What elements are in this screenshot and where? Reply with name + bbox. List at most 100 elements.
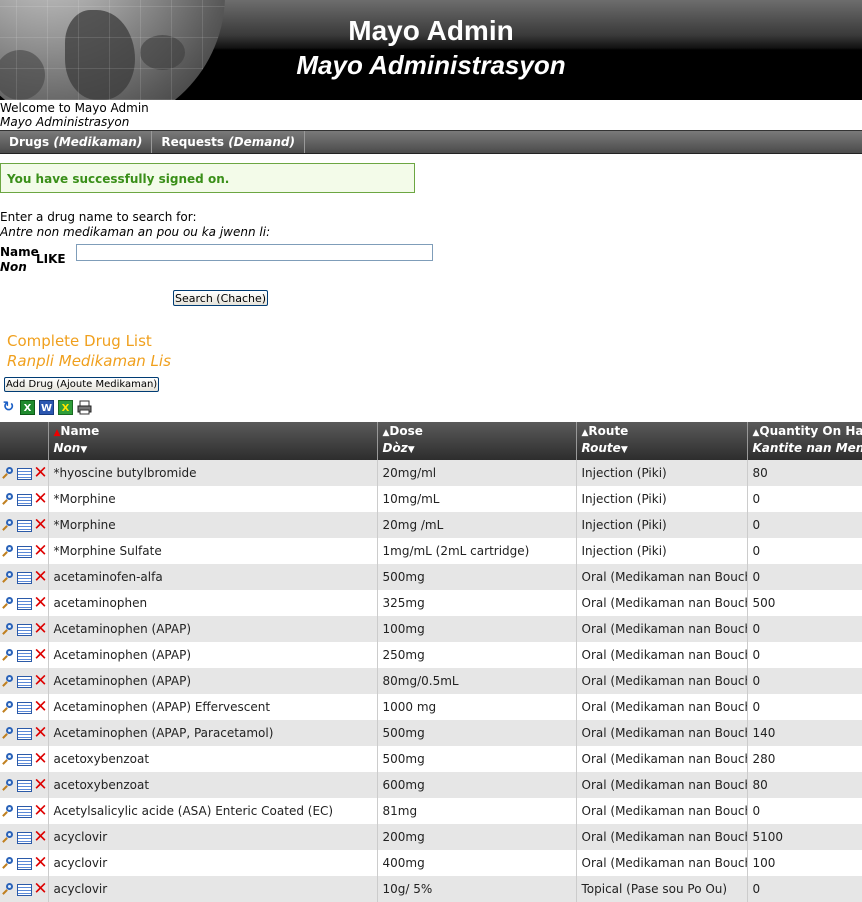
table-row: ✕ acetaminophen 325mg Oral (Medikaman nan B… bbox=[0, 590, 862, 616]
cell-dose: 1mg/mL (2mL cartridge) bbox=[377, 538, 577, 564]
view-icon[interactable] bbox=[1, 830, 16, 845]
cell-name: acyclovir bbox=[48, 850, 378, 876]
view-icon[interactable] bbox=[1, 882, 16, 897]
view-icon[interactable] bbox=[1, 752, 16, 767]
cell-name: acyclovir bbox=[48, 824, 378, 850]
view-icon[interactable] bbox=[1, 570, 16, 585]
view-icon[interactable] bbox=[1, 518, 16, 533]
add-drug-button[interactable]: Add Drug (Ajoute Medikaman) bbox=[4, 377, 160, 392]
list-heading-alt: Ranpli Medikaman Lis bbox=[7, 352, 171, 370]
cell-name: acetoxybenzoat bbox=[48, 772, 378, 798]
cell-name: *Morphine bbox=[48, 486, 378, 512]
delete-icon[interactable]: ✕ bbox=[33, 698, 47, 716]
cell-name: *hyoscine butylbromide bbox=[48, 460, 378, 486]
column-header-quantity[interactable]: ▲Quantity On HandKantite nan Men▼ bbox=[747, 422, 862, 460]
search-prompt-line: Enter a drug name to search for: bbox=[0, 210, 197, 224]
edit-icon[interactable] bbox=[17, 856, 32, 871]
search-button[interactable]: Search (Chache) bbox=[173, 290, 269, 306]
view-icon[interactable] bbox=[1, 778, 16, 793]
edit-icon[interactable] bbox=[17, 544, 32, 559]
column-header-name[interactable]: ▲Name Non▼ bbox=[48, 422, 378, 460]
menu-item-requests[interactable]: Requests (Demand) bbox=[152, 131, 305, 153]
delete-icon[interactable]: ✕ bbox=[33, 594, 47, 612]
cell-route: Oral (Medikaman nan Bouch) bbox=[576, 772, 748, 798]
name-label-text: Name bbox=[0, 245, 39, 259]
edit-icon[interactable] bbox=[17, 882, 32, 897]
view-icon[interactable] bbox=[1, 492, 16, 507]
edit-icon[interactable] bbox=[17, 674, 32, 689]
table-row: ✕ *hyoscine butylbromide 20mg/ml Injection … bbox=[0, 460, 862, 486]
cell-dose: 100mg bbox=[377, 616, 577, 642]
print-icon[interactable] bbox=[77, 400, 92, 415]
edit-icon[interactable] bbox=[17, 622, 32, 637]
delete-icon[interactable]: ✕ bbox=[33, 828, 47, 846]
edit-icon[interactable] bbox=[17, 700, 32, 715]
cell-route: Oral (Medikaman nan Bouch) bbox=[576, 850, 748, 876]
delete-icon[interactable]: ✕ bbox=[33, 802, 47, 820]
success-message: You have successfully signed on. bbox=[0, 163, 415, 193]
menu-bar: Drugs (Medikaman) Requests (Demand) bbox=[0, 130, 862, 154]
welcome-line-alt: Mayo Administrasyon bbox=[0, 115, 130, 129]
row-actions: ✕ bbox=[0, 798, 49, 824]
view-icon[interactable] bbox=[1, 648, 16, 663]
view-icon[interactable] bbox=[1, 804, 16, 819]
delete-icon[interactable]: ✕ bbox=[33, 672, 47, 690]
cell-dose: 500mg bbox=[377, 720, 577, 746]
xml-icon[interactable]: X bbox=[58, 400, 73, 415]
search-prompt-line-alt: Antre non medikaman an pou ou ka jwenn l… bbox=[0, 225, 271, 239]
edit-icon[interactable] bbox=[17, 518, 32, 533]
edit-icon[interactable] bbox=[17, 570, 32, 585]
column-header-quantity-label: Quantity On Hand bbox=[759, 424, 862, 438]
cell-name: Acetaminophen (APAP, Paracetamol) bbox=[48, 720, 378, 746]
view-icon[interactable] bbox=[1, 596, 16, 611]
refresh-icon[interactable]: ↻ bbox=[1, 400, 16, 415]
edit-icon[interactable] bbox=[17, 778, 32, 793]
delete-icon[interactable]: ✕ bbox=[33, 620, 47, 638]
cell-name: Acetaminophen (APAP) Effervescent bbox=[48, 694, 378, 720]
delete-icon[interactable]: ✕ bbox=[33, 724, 47, 742]
drug-table: ▲Name Non▼ ▲Dose Dòz▼ ▲Route Route▼ ▲Quanti… bbox=[0, 422, 862, 902]
delete-icon[interactable]: ✕ bbox=[33, 880, 47, 898]
table-row: ✕ acyclovir 400mg Oral (Medikaman nan Bouch… bbox=[0, 850, 862, 876]
view-icon[interactable] bbox=[1, 856, 16, 871]
edit-icon[interactable] bbox=[17, 752, 32, 767]
view-icon[interactable] bbox=[1, 674, 16, 689]
search-input[interactable] bbox=[76, 244, 433, 261]
table-row: ✕ *Morphine 10mg/mL Injection (Piki) 0 bbox=[0, 486, 862, 512]
view-icon[interactable] bbox=[1, 544, 16, 559]
word-icon[interactable]: W bbox=[39, 400, 54, 415]
edit-icon[interactable] bbox=[17, 492, 32, 507]
delete-icon[interactable]: ✕ bbox=[33, 854, 47, 872]
cell-quantity: 80 bbox=[747, 460, 862, 486]
column-header-name-label: Name bbox=[60, 424, 100, 438]
delete-icon[interactable]: ✕ bbox=[33, 646, 47, 664]
cell-dose: 200mg bbox=[377, 824, 577, 850]
delete-icon[interactable]: ✕ bbox=[33, 750, 47, 768]
delete-icon[interactable]: ✕ bbox=[33, 516, 47, 534]
delete-icon[interactable]: ✕ bbox=[33, 542, 47, 560]
menu-item-requests-label: Requests bbox=[161, 135, 229, 149]
view-icon[interactable] bbox=[1, 700, 16, 715]
edit-icon[interactable] bbox=[17, 804, 32, 819]
excel-icon[interactable]: X bbox=[20, 400, 35, 415]
menu-item-drugs[interactable]: Drugs (Medikaman) bbox=[0, 131, 153, 153]
delete-icon[interactable]: ✕ bbox=[33, 568, 47, 586]
view-icon[interactable] bbox=[1, 466, 16, 481]
edit-icon[interactable] bbox=[17, 466, 32, 481]
delete-icon[interactable]: ✕ bbox=[33, 490, 47, 508]
column-header-route[interactable]: ▲Route Route▼ bbox=[576, 422, 748, 460]
table-row: ✕ Acetaminophen (APAP) Effervescent 1000 m… bbox=[0, 694, 862, 720]
delete-icon[interactable]: ✕ bbox=[33, 464, 47, 482]
actions-column-header bbox=[0, 422, 49, 460]
column-header-dose[interactable]: ▲Dose Dòz▼ bbox=[377, 422, 577, 460]
edit-icon[interactable] bbox=[17, 726, 32, 741]
name-label: Name Non bbox=[0, 245, 39, 275]
edit-icon[interactable] bbox=[17, 830, 32, 845]
view-icon[interactable] bbox=[1, 726, 16, 741]
menu-item-drugs-label: Drugs bbox=[9, 135, 54, 149]
view-icon[interactable] bbox=[1, 622, 16, 637]
edit-icon[interactable] bbox=[17, 648, 32, 663]
cell-quantity: 0 bbox=[747, 798, 862, 824]
edit-icon[interactable] bbox=[17, 596, 32, 611]
delete-icon[interactable]: ✕ bbox=[33, 776, 47, 794]
